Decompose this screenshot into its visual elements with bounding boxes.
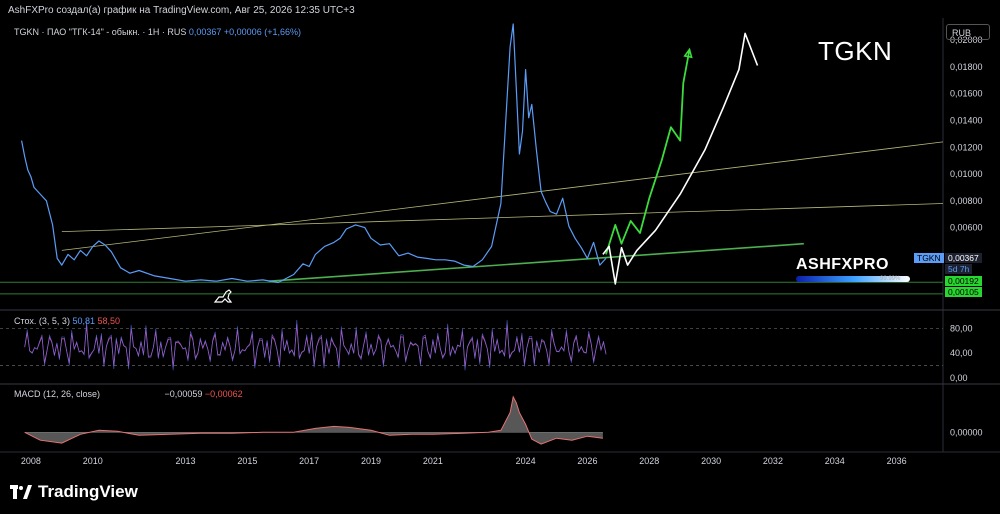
trend-line-upper (61, 141, 944, 251)
ashfxpro-watermark: ASHFXPRO (796, 256, 889, 273)
currency-button[interactable]: RUB (946, 24, 990, 40)
trend-line-lower (61, 203, 944, 233)
price-tick-label: 0,00800 (950, 196, 983, 206)
last-price-legend: 0,00367 (188, 27, 222, 37)
macd-value: −0,00059 (164, 389, 203, 399)
tradingview-logo-icon (10, 485, 32, 499)
price-tick-label: 0,01400 (950, 115, 983, 125)
time-tick-label: 2013 (175, 456, 195, 466)
time-tick-label: 2024 (516, 456, 536, 466)
forecast-white-path (602, 32, 759, 285)
support-trend-line (268, 242, 804, 283)
support-tag-2: 0,00105 (945, 287, 982, 297)
time-tick-label: 2028 (639, 456, 659, 466)
last-price-tag: 0,00367 (945, 253, 982, 263)
price-line-series (21, 23, 607, 284)
time-tick-label: 2015 (237, 456, 257, 466)
price-tick-label: 0,01600 (950, 89, 983, 99)
time-tick-label: 2036 (887, 456, 907, 466)
tradingview-logo[interactable]: TradingView (10, 482, 138, 502)
stoch-k-line (24, 319, 607, 371)
macd-tick-label: 0,00000 (950, 427, 983, 437)
macd-legend: MACD (12, 26, close) −0,00059 −0,00062 (14, 389, 243, 399)
tradingview-logo-text: TradingView (38, 482, 138, 501)
stoch-tick-label: 40,00 (950, 348, 973, 358)
forecast-green-path (605, 49, 691, 255)
watermark-percent: 99.99% (880, 276, 901, 282)
macd-signal-value: −0,00062 (204, 389, 243, 399)
time-tick-label: 2030 (701, 456, 721, 466)
price-tick-label: 0,01000 (950, 169, 983, 179)
stoch-tick-label: 0,00 (950, 373, 968, 383)
time-tick-label: 2026 (577, 456, 597, 466)
time-tick-label: 2034 (825, 456, 845, 466)
stoch-tick-label: 80,00 (950, 323, 973, 333)
stoch-d-value: 58,50 (97, 316, 121, 326)
time-tick-label: 2008 (21, 456, 41, 466)
time-tick-label: 2019 (361, 456, 381, 466)
symbol-description: TGKN · ПАО "ТГК-14" - обыкн. · 1H · RUS (14, 27, 187, 37)
symbol-legend: TGKN · ПАО "ТГК-14" - обыкн. · 1H · RUS … (14, 27, 301, 37)
price-tick-label: 0,00600 (950, 223, 983, 233)
macd-name: MACD (12, 26, close) (14, 389, 101, 399)
time-tick-label: 2017 (299, 456, 319, 466)
dino-annotation-icon (213, 289, 233, 303)
support-tag-1: 0,00192 (945, 276, 982, 286)
ticker-annotation: TGKN (818, 36, 893, 66)
price-tick-label: 0,01200 (950, 142, 983, 152)
time-tick-label: 2032 (763, 456, 783, 466)
price-tick-label: 0,01800 (950, 62, 983, 72)
countdown-tag: 5d 7h (945, 264, 973, 274)
stoch-k-value: 50,81 (72, 316, 95, 326)
stoch-legend: Стох. (3, 5, 3) 50,81 58,50 (14, 316, 120, 326)
price-change-legend: +0,00006 (+1,66%) (223, 27, 301, 37)
ticker-tag: TGKN (914, 253, 944, 263)
time-tick-label: 2010 (83, 456, 103, 466)
stoch-name: Стох. (3, 5, 3) (14, 316, 70, 326)
time-tick-label: 2021 (423, 456, 443, 466)
